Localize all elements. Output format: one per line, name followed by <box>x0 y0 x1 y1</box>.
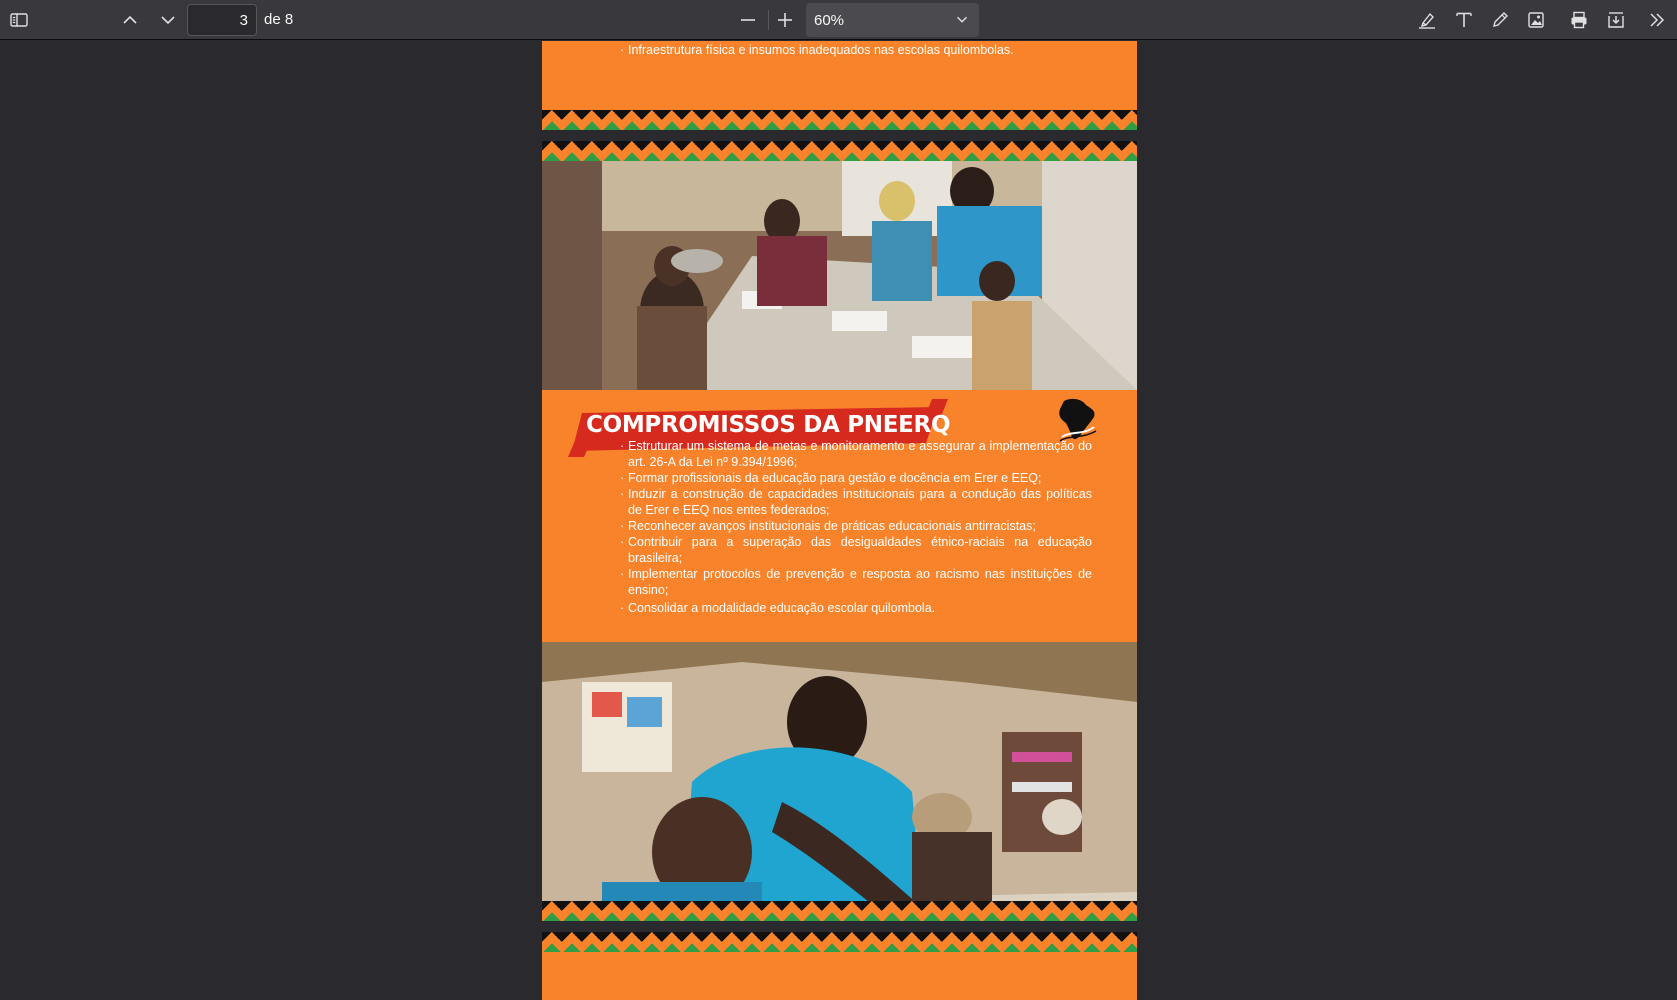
zoom-select[interactable]: 60% <box>806 3 979 37</box>
image-icon <box>1528 12 1544 28</box>
plus-icon <box>778 13 792 27</box>
text-icon <box>1456 12 1472 27</box>
decorative-pattern-band <box>542 141 1137 161</box>
section-heading: COMPROMISSOS DA PNEERQ <box>586 412 951 438</box>
decorative-pattern-band <box>542 932 1137 952</box>
pen-icon <box>1493 12 1508 27</box>
page-gap <box>542 130 1137 141</box>
list-item: Implementar protocolos de prevenção e re… <box>620 566 1092 598</box>
download-icon <box>1608 12 1624 28</box>
list-item: Contribuir para a superação das desigual… <box>620 534 1092 566</box>
chevron-up-icon <box>123 15 137 24</box>
pdf-page: Infraestrutura física e insumos inadequa… <box>542 41 1137 1000</box>
next-page-button[interactable] <box>152 4 184 36</box>
list-item: Estruturar um sistema de metas e monitor… <box>620 438 1092 470</box>
page-count-label: de 8 <box>264 11 294 28</box>
save-button[interactable] <box>1600 4 1632 36</box>
page-gap <box>542 921 1137 932</box>
list-item: Induzir a construção de capacidades inst… <box>620 486 1092 518</box>
more-tools-button[interactable] <box>1641 4 1673 36</box>
highlight-button[interactable] <box>1411 4 1443 36</box>
previous-page-button[interactable] <box>114 4 146 36</box>
chevron-down-icon <box>161 16 175 25</box>
decorative-pattern-band <box>542 901 1137 921</box>
page-number-input[interactable] <box>187 4 257 36</box>
commitments-list: Estruturar um sistema de metas e monitor… <box>620 438 1092 616</box>
add-text-button[interactable] <box>1448 4 1480 36</box>
sidebar-toggle-button[interactable] <box>3 4 35 36</box>
printer-icon <box>1571 11 1587 29</box>
chevron-down-icon <box>956 16 968 23</box>
highlighter-icon <box>1419 12 1435 29</box>
list-item: Formar profissionais da educação para ge… <box>620 470 1092 486</box>
list-item: Consolidar a modalidade educação escolar… <box>620 600 1092 616</box>
add-image-button[interactable] <box>1520 4 1552 36</box>
previous-page-bullet: Infraestrutura física e insumos inadequa… <box>620 43 1014 57</box>
zoom-in-button[interactable] <box>769 4 801 36</box>
print-button[interactable] <box>1563 4 1595 36</box>
next-page-top <box>542 952 1137 1000</box>
classroom-photo-top <box>542 161 1137 390</box>
list-item: Reconhecer avanços institucionais de prá… <box>620 518 1092 534</box>
decorative-pattern-band <box>542 110 1137 130</box>
africa-map-icon <box>1059 398 1097 442</box>
pdf-toolbar: de 8 60% <box>0 0 1677 40</box>
minus-icon <box>741 19 755 21</box>
zoom-out-button[interactable] <box>732 4 764 36</box>
double-chevron-right-icon <box>1650 13 1665 27</box>
draw-button[interactable] <box>1484 4 1516 36</box>
sidebar-toggle-icon <box>10 13 28 27</box>
zoom-value: 60% <box>814 11 845 29</box>
